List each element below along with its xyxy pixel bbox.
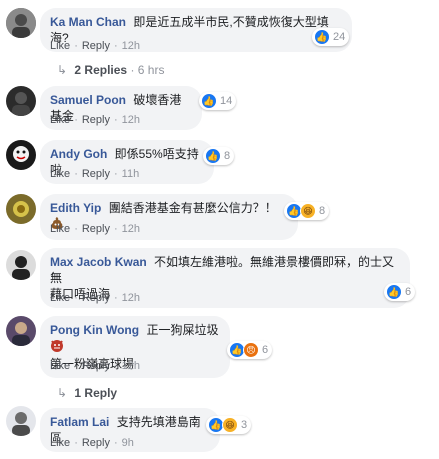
reply-link[interactable]: Reply: [82, 223, 110, 235]
timestamp[interactable]: 12h: [122, 292, 140, 304]
haha-reaction-icon: 😆: [222, 417, 238, 433]
dot-separator: ·: [130, 63, 135, 77]
avatar[interactable]: [6, 86, 36, 116]
comment-actions: Like · Reply · 12h: [50, 223, 141, 235]
timestamp[interactable]: 11h: [122, 168, 140, 180]
like-link[interactable]: Like: [50, 437, 70, 449]
avatar-photo: [6, 250, 36, 280]
comment-author[interactable]: Edith Yip: [50, 201, 101, 215]
reply-link[interactable]: Reply: [82, 40, 110, 52]
reaction-count: 3: [241, 419, 248, 431]
reaction-summary[interactable]: 👍 8: [203, 147, 235, 165]
angry-reaction-icon: 😠: [243, 342, 259, 358]
reaction-count: 8: [224, 150, 231, 162]
like-reaction-icon: 👍: [205, 148, 221, 164]
comment-author[interactable]: Fatlam Lai: [50, 415, 109, 429]
avatar-photo: [6, 316, 36, 346]
comment-actions: Like · Reply · 12h: [50, 292, 141, 304]
like-link[interactable]: Like: [50, 114, 70, 126]
timestamp[interactable]: 12h: [122, 40, 140, 52]
reaction-count: 6: [405, 286, 412, 298]
comment-actions: Like · Reply · 12h: [50, 114, 141, 126]
reply-link[interactable]: Reply: [82, 360, 110, 372]
reaction-summary[interactable]: 👍 😆 3: [206, 416, 252, 434]
reply-link[interactable]: Reply: [82, 168, 110, 180]
reaction-count: 14: [220, 95, 233, 107]
reaction-summary[interactable]: 👍 24: [312, 28, 350, 46]
reaction-count: 24: [333, 31, 346, 43]
avatar-photo: [6, 194, 36, 224]
replies-count: 1 Reply: [74, 386, 118, 400]
avatar[interactable]: [6, 406, 36, 436]
like-reaction-icon: 👍: [314, 29, 330, 45]
replies-count: 2 Replies: [74, 63, 128, 77]
comment-actions: Like · Reply · 11h: [50, 168, 140, 180]
reaction-count: 8: [319, 205, 326, 217]
view-replies-link[interactable]: ↳ 2 Replies · 6 hrs: [57, 63, 164, 77]
comment-author[interactable]: Max Jacob Kwan: [50, 255, 147, 269]
like-link[interactable]: Like: [50, 292, 70, 304]
avatar-photo: [6, 86, 36, 116]
reaction-summary[interactable]: 👍 😆 8: [284, 202, 330, 220]
avatar-photo: [6, 140, 36, 170]
avatar-photo: [6, 8, 36, 38]
avatar[interactable]: [6, 140, 36, 170]
like-link[interactable]: Like: [50, 40, 70, 52]
comment-author[interactable]: Samuel Poon: [50, 93, 126, 107]
like-link[interactable]: Like: [50, 360, 70, 372]
avatar-photo: [6, 406, 36, 436]
comment-actions: Like · Reply · 12h: [50, 360, 141, 372]
comment-author[interactable]: Andy Goh: [50, 147, 107, 161]
reaction-summary[interactable]: 👍 14: [199, 92, 237, 110]
reply-link[interactable]: Reply: [82, 292, 110, 304]
like-link[interactable]: Like: [50, 223, 70, 235]
timestamp[interactable]: 9h: [122, 437, 134, 449]
comment-actions: Like · Reply · 9h: [50, 437, 134, 449]
comment-text: 團結香港基金有甚麼公信力？！: [108, 201, 277, 215]
avatar[interactable]: [6, 316, 36, 346]
like-reaction-icon: 👍: [386, 284, 402, 300]
timestamp[interactable]: 12h: [122, 223, 140, 235]
like-link[interactable]: Like: [50, 168, 70, 180]
haha-reaction-icon: 😆: [300, 203, 316, 219]
comment-author[interactable]: Pong Kin Wong: [50, 323, 139, 337]
avatar[interactable]: [6, 250, 36, 280]
view-replies-link[interactable]: ↳ 1 Reply: [57, 386, 117, 400]
reaction-count: 6: [262, 344, 269, 356]
comment-actions: Like · Reply · 12h: [50, 40, 141, 52]
reaction-summary[interactable]: 👍 6: [384, 283, 416, 301]
reaction-summary[interactable]: 👍 😠 6: [227, 341, 273, 359]
comment-author[interactable]: Ka Man Chan: [50, 15, 126, 29]
avatar[interactable]: [6, 194, 36, 224]
timestamp[interactable]: 12h: [122, 114, 140, 126]
devil-emoji-icon: [50, 338, 64, 356]
avatar[interactable]: [6, 8, 36, 38]
like-reaction-icon: 👍: [201, 93, 217, 109]
reply-link[interactable]: Reply: [82, 437, 110, 449]
comment-text-line1: 正一狗屎垃圾: [146, 323, 219, 337]
reply-arrow-icon: ↳: [57, 63, 68, 77]
reply-link[interactable]: Reply: [82, 114, 110, 126]
timestamp[interactable]: 12h: [122, 360, 140, 372]
replies-time: 6 hrs: [137, 63, 165, 77]
reply-arrow-icon: ↳: [57, 386, 68, 400]
